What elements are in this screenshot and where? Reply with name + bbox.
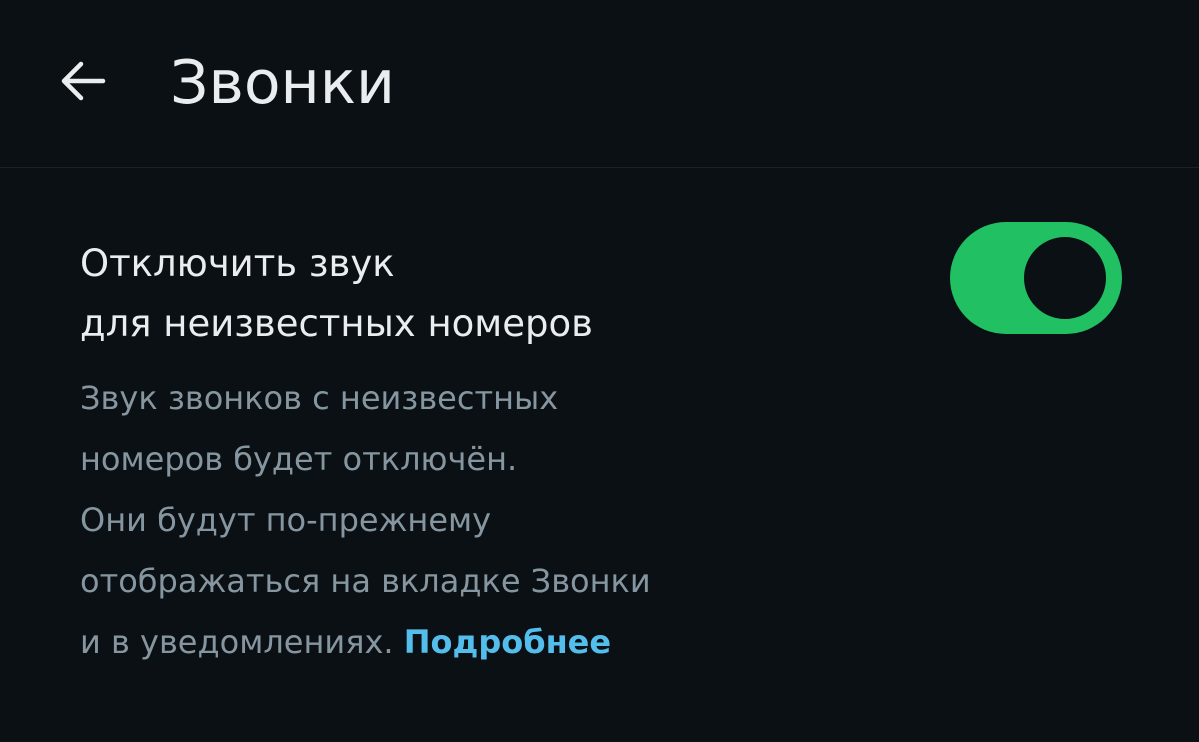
learn-more-link[interactable]: Подробнее — [404, 623, 611, 661]
back-button[interactable] — [40, 38, 126, 124]
silence-unknown-toggle[interactable] — [950, 222, 1122, 334]
toggle-knob — [1024, 237, 1106, 319]
silence-unknown-callers-setting[interactable]: Отключить звук для неизвестных номеров З… — [0, 168, 1199, 728]
app-bar: Звонки — [0, 0, 1199, 168]
setting-title-line: Отключить звук — [80, 242, 395, 285]
description-line: отображаться на вкладке Звонки — [80, 562, 651, 600]
description-line: Звук звонков с неизвестных — [80, 379, 559, 417]
description-line-last: и в уведомлениях. Подробнее — [80, 612, 900, 673]
arrow-left-icon — [61, 61, 106, 101]
setting-title-line: для неизвестных номеров — [80, 302, 593, 345]
setting-description: Звук звонков с неизвестных номеров будет… — [80, 368, 900, 673]
description-text: и в уведомлениях. — [80, 623, 404, 661]
setting-title: Отключить звук для неизвестных номеров — [80, 234, 880, 354]
page-title: Звонки — [170, 48, 395, 118]
description-line: номеров будет отключён. — [80, 440, 518, 478]
description-line: Они будут по-прежнему — [80, 501, 492, 539]
